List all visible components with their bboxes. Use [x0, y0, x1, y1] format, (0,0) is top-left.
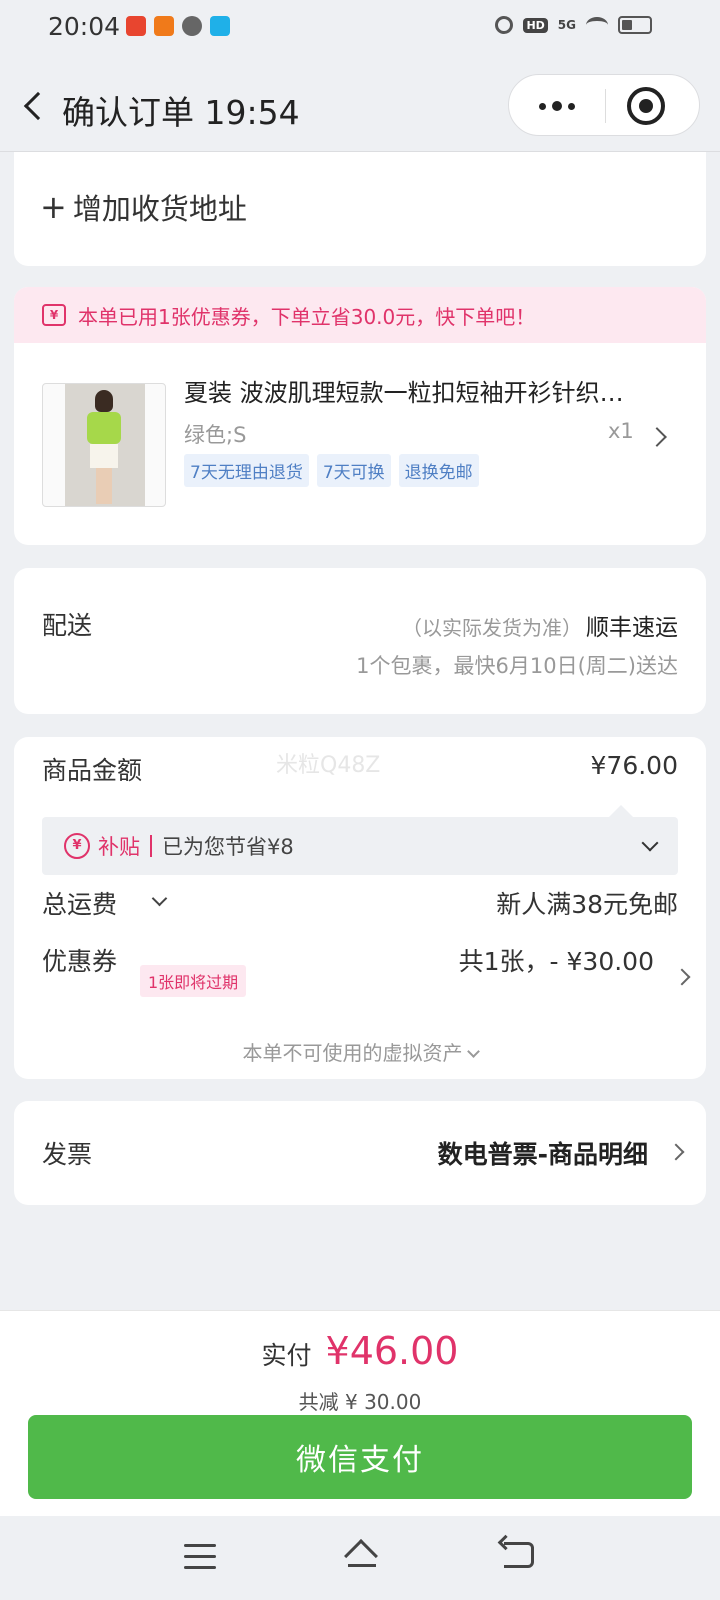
product-title[interactable]: 夏装 波波肌理短款一粒扣短袖开衫针织… — [184, 373, 674, 408]
freight-value: 新人满38元免邮 — [496, 890, 678, 919]
coupon-banner: ¥ 本单已用1张优惠券，下单立省30.0元，快下单吧！ — [14, 287, 706, 343]
more-dot-icon — [568, 102, 575, 110]
coupon-icon: ¥ — [42, 304, 66, 326]
menu-icon[interactable] — [184, 1544, 216, 1577]
product-thumbnail[interactable] — [42, 383, 166, 507]
notification-icons — [126, 16, 230, 36]
status-indicators: HD 5G — [495, 16, 652, 34]
add-address-button[interactable]: + 增加收货地址 — [40, 186, 247, 228]
watermark: 米粒Q48Z — [276, 753, 381, 778]
shipping-carrier: 顺丰速运 — [586, 615, 678, 641]
freight-label[interactable]: 总运费 — [42, 885, 117, 921]
subsidy-pointer — [609, 805, 633, 817]
app-notification-icon — [154, 16, 174, 36]
invoice-label: 发票 — [42, 1140, 93, 1169]
app-notification-icon — [210, 16, 230, 36]
battery-icon — [618, 16, 652, 34]
subsidy-icon: ¥ — [64, 833, 90, 859]
address-card[interactable]: + 增加收货地址 — [14, 152, 706, 266]
chevron-down-icon — [466, 1045, 480, 1058]
more-button[interactable] — [509, 75, 605, 137]
virtual-assets-label: 本单不可使用的虚拟资产 — [242, 1041, 463, 1065]
app-notification-icon — [182, 16, 202, 36]
coupon-value[interactable]: 共1张，- ¥30.00 — [459, 942, 654, 978]
product-card: ¥ 本单已用1张优惠券，下单立省30.0元，快下单吧！ 夏装 波波肌理短款一粒扣… — [14, 287, 706, 545]
shipping-note: （以实际发货为准） — [402, 616, 582, 640]
checkout-footer: 实付 ¥46.00 共减 ¥ 30.00 微信支付 — [0, 1310, 720, 1516]
add-address-label: 增加收货地址 — [72, 192, 247, 226]
plus-icon: + — [40, 188, 67, 226]
chevron-right-icon[interactable] — [647, 427, 667, 447]
app-notification-icon — [126, 16, 146, 36]
shipping-label: 配送 — [42, 611, 93, 640]
price-card: 商品金额 米粒Q48Z ¥76.00 ¥ 补贴 已为您节省¥8 总运费 新人满3… — [14, 737, 706, 1079]
page-title: 确认订单 19:54 — [62, 93, 300, 132]
back-icon[interactable] — [504, 1542, 534, 1568]
service-tags: 7天无理由退货 7天可换 退换免邮 — [184, 454, 479, 487]
home-icon[interactable] — [344, 1539, 378, 1573]
status-time: 20:04 — [48, 12, 121, 41]
service-tag: 7天可换 — [316, 454, 391, 487]
invoice-card[interactable]: 发票 数电普票-商品明细 — [14, 1101, 706, 1205]
subsidy-row[interactable]: ¥ 补贴 已为您节省¥8 — [42, 817, 678, 875]
goods-amount-label: 商品金额 — [42, 756, 143, 785]
signal-icon: 5G — [557, 18, 576, 32]
shipping-eta: 1个包裹，最快6月10日(周二)送达 — [356, 654, 678, 678]
hd-icon: HD — [523, 17, 548, 33]
virtual-assets-toggle[interactable]: 本单不可使用的虚拟资产 — [14, 1037, 706, 1066]
product-spec: 绿色;S — [184, 423, 247, 447]
back-button[interactable] — [20, 88, 48, 124]
capsule-divider — [605, 89, 606, 123]
system-nav-bar — [0, 1516, 720, 1600]
shipping-method: （以实际发货为准） 顺丰速运 — [402, 608, 678, 642]
shipping-card: 配送 （以实际发货为准） 顺丰速运 1个包裹，最快6月10日(周二)送达 — [14, 568, 706, 714]
wifi-icon — [586, 17, 608, 33]
pay-label: 实付 — [261, 1341, 312, 1370]
subsidy-text: 已为您节省¥8 — [162, 835, 294, 859]
close-mini-program-button[interactable] — [627, 87, 665, 125]
alarm-icon — [495, 16, 514, 34]
total-discount: 共减 ¥ 30.00 — [298, 1390, 422, 1414]
chevron-right-icon[interactable] — [673, 968, 691, 986]
subsidy-divider — [150, 835, 152, 857]
nav-bar: 确认订单 19:54 — [0, 58, 720, 152]
goods-amount-value: ¥76.00 — [590, 751, 678, 780]
pay-summary: 实付 ¥46.00 — [0, 1329, 720, 1373]
coupon-expire-badge: 1张即将过期 — [140, 965, 247, 997]
service-tag: 退换免邮 — [398, 454, 479, 487]
pay-amount: ¥46.00 — [325, 1329, 459, 1373]
chevron-down-icon[interactable] — [151, 890, 168, 907]
more-dot-icon — [539, 102, 546, 110]
product-quantity: x1 — [608, 419, 634, 443]
coupon-label: 优惠券 — [42, 947, 118, 976]
service-tag: 7天无理由退货 — [184, 454, 309, 487]
status-bar: 20:04 HD 5G — [0, 0, 720, 58]
invoice-value[interactable]: 数电普票-商品明细 — [438, 1135, 648, 1171]
chevron-down-icon[interactable] — [641, 834, 659, 852]
more-dot-icon — [552, 101, 562, 111]
coupon-banner-text: 本单已用1张优惠券，下单立省30.0元，快下单吧！ — [78, 304, 536, 329]
subsidy-label: 补贴 — [98, 835, 140, 859]
wechat-pay-button[interactable]: 微信支付 — [28, 1415, 692, 1499]
mini-program-capsule — [508, 74, 700, 136]
chevron-right-icon[interactable] — [667, 1143, 685, 1161]
